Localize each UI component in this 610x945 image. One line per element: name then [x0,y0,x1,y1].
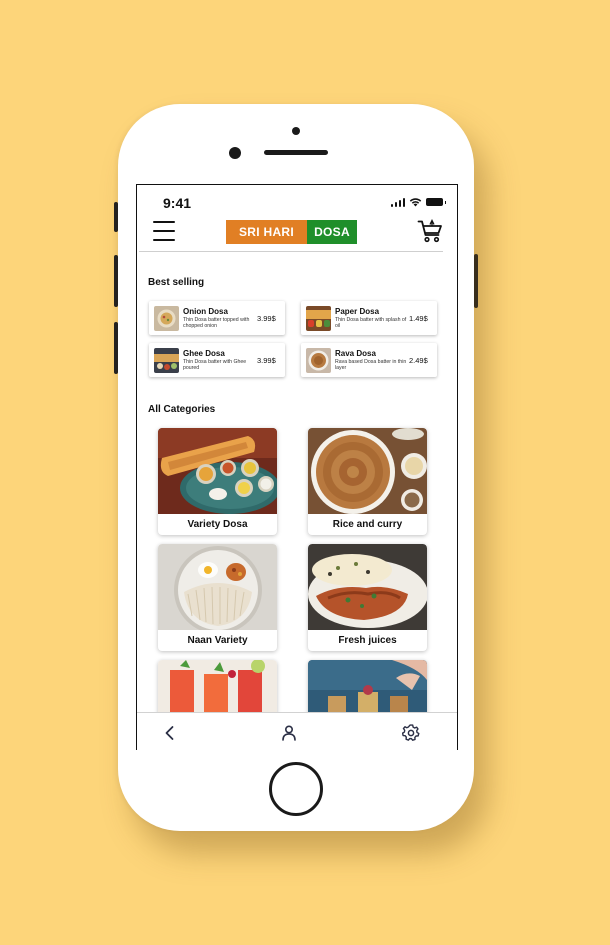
item-name: Rava Dosa [335,348,376,358]
settings-icon[interactable] [402,724,420,742]
naan-variety-image [158,544,277,630]
category-card[interactable]: Variety Dosa [158,428,277,535]
item-price: 3.99$ [257,355,276,365]
category-card[interactable]: Rice and curry [308,428,427,535]
item-description: Thin Dosa batter with Ghee poured [183,358,247,371]
bottom-navigation [137,712,457,750]
menu-icon[interactable] [153,221,175,241]
status-time: 9:41 [163,195,192,211]
fresh-juices-image [308,544,427,630]
item-price: 3.99$ [257,313,276,323]
header-divider [139,251,443,252]
item-name: Onion Dosa [183,306,228,316]
logo-right-text: DOSA [307,220,357,244]
paper-dosa-thumbnail [306,305,331,331]
item-name: Ghee Dosa [183,348,225,358]
best-selling-title: Best selling [148,277,205,288]
all-categories-title: All Categories [148,404,216,415]
category-label: Naan Variety [187,635,248,646]
profile-icon[interactable] [280,724,298,742]
item-description: Thin Dosa batter with splash of oil [335,316,407,329]
category-label: Variety Dosa [187,519,248,530]
rice-and-curry-image [308,428,427,514]
battery-icon [426,198,446,206]
earpiece-speaker [264,150,328,155]
item-price: 1.49$ [409,313,428,323]
home-button[interactable] [269,762,323,816]
category-label: Fresh juices [338,635,397,646]
best-selling-item[interactable]: Rava Dosa Rava based Dosa batter in thin… [301,343,437,377]
power-button [474,254,478,308]
app-screen: 9:41 SRI HARI DOSA Best selling Onion Do… [136,184,458,750]
category-label: Rice and curry [332,519,403,530]
rava-dosa-thumbnail [306,347,331,373]
category-card[interactable]: Naan Variety [158,544,277,651]
wifi-icon [409,198,422,207]
category-card[interactable]: Fresh juices [308,544,427,651]
cart-icon[interactable] [417,218,443,244]
onion-dosa-thumbnail [154,305,179,331]
back-icon[interactable] [161,724,179,742]
signal-icon [390,197,405,207]
front-camera [229,147,241,159]
item-description: Thin Dosa batter topped with chopped oni… [183,316,250,329]
status-icons [390,197,446,207]
variety-dosa-image [158,428,277,514]
item-description: Rava based Dosa batter in thin layer [335,358,407,371]
logo-left-text: SRI HARI [226,220,307,244]
best-selling-item[interactable]: Onion Dosa Thin Dosa batter topped with … [149,301,285,335]
item-name: Paper Dosa [335,306,380,316]
proximity-sensor [292,127,300,135]
best-selling-item[interactable]: Ghee Dosa Thin Dosa batter with Ghee pou… [149,343,285,377]
best-selling-item[interactable]: Paper Dosa Thin Dosa batter with splash … [301,301,437,335]
brand-logo: SRI HARI DOSA [226,220,357,244]
ghee-dosa-thumbnail [154,347,179,373]
item-price: 2.49$ [409,355,428,365]
